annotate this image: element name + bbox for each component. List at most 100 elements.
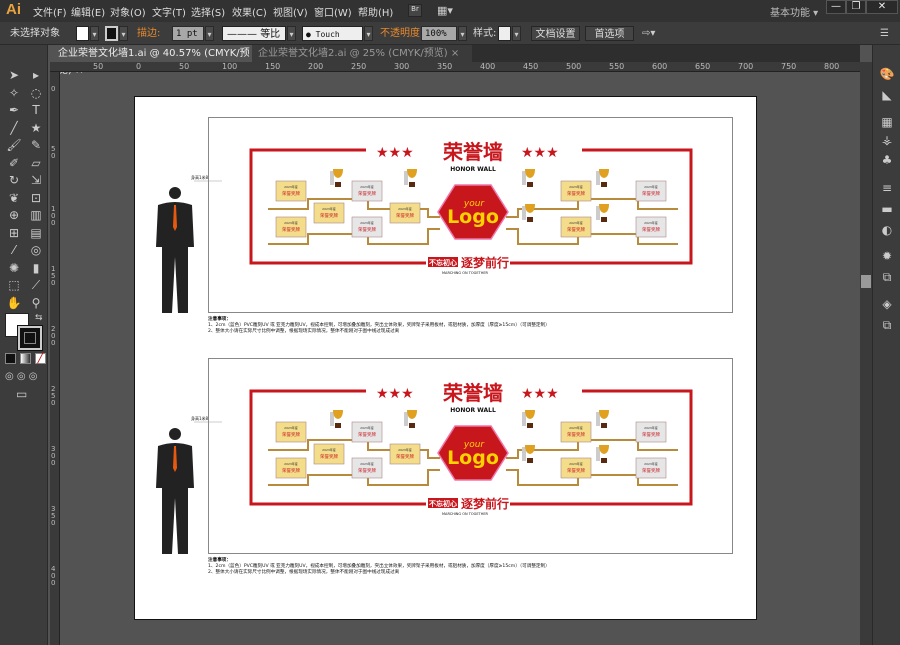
warp-tool-icon[interactable]: ❦: [5, 190, 23, 206]
bridge-button[interactable]: Br: [408, 4, 422, 17]
gradient-mode-icon[interactable]: [20, 353, 31, 364]
type-tool-icon[interactable]: T: [27, 102, 45, 118]
color-panel-icon[interactable]: 🎨: [878, 67, 896, 83]
menu-item[interactable]: 窗口(W): [314, 4, 352, 19]
direct-selection-tool-icon[interactable]: ▸: [27, 67, 45, 83]
award-plaque: 2023年度荣誉奖牌: [635, 216, 667, 238]
restore-button[interactable]: ❐: [846, 0, 866, 14]
opacity-field[interactable]: 100%: [421, 26, 457, 41]
drawing-mode-icons[interactable]: ◎ ◎ ◎: [5, 371, 38, 382]
gradient-tool-icon[interactable]: ▤: [27, 225, 45, 241]
menu-item[interactable]: 文字(T): [152, 4, 186, 19]
menu-item[interactable]: 编辑(E): [71, 4, 105, 19]
appearance-panel-icon[interactable]: ✹: [878, 249, 896, 265]
layers-panel-icon[interactable]: ◈: [878, 297, 896, 313]
stroke-dropdown[interactable]: ▾: [119, 26, 128, 41]
menu-item[interactable]: 选择(S): [191, 4, 225, 19]
blend-tool-icon[interactable]: ◎: [27, 242, 45, 258]
collapsed-panels-dock: 🎨 ◣ ▦ ⚶ ♣ ≡ ▬ ◐ ✹ ⧉ ◈ ⧉: [872, 45, 900, 645]
tab-document-2[interactable]: 企业荣誉文化墙2.ai @ 25% (CMYK/预览) ×: [252, 45, 472, 62]
workspace-switcher[interactable]: 基本功能 ▾: [770, 4, 818, 19]
stroke-weight-field[interactable]: 1 pt: [172, 26, 204, 41]
style-swatch[interactable]: [498, 26, 511, 41]
selection-tool-icon[interactable]: ➤: [5, 67, 23, 83]
line-tool-icon[interactable]: ╱: [5, 120, 23, 136]
plaque-title: 荣誉奖牌: [567, 467, 585, 474]
vertical-ruler[interactable]: 0 50 100 150 200 250 300 350 400: [50, 72, 60, 645]
award-plaque: 2023年度荣誉奖牌: [275, 180, 307, 202]
magic-wand-tool-icon[interactable]: ✧: [5, 85, 23, 101]
document-setup-button[interactable]: 文档设置: [531, 26, 580, 41]
symbol-sprayer-tool-icon[interactable]: ✺: [5, 260, 23, 276]
swap-colors-icon[interactable]: ⇆: [35, 313, 43, 323]
arrange-documents-icon[interactable]: ▦▾: [437, 4, 457, 17]
artboard-canvas[interactable]: ★★★ ★★★ 荣誉墙 HONOR WALL 2023年度 荣誉奖牌 2023年度荣…: [134, 96, 757, 620]
preferences-button[interactable]: 首选项: [585, 26, 634, 41]
menu-item[interactable]: 文件(F): [33, 4, 67, 19]
shape-builder-tool-icon[interactable]: ⊕: [5, 207, 23, 223]
transparency-panel-icon[interactable]: ◐: [878, 223, 896, 239]
style-dropdown[interactable]: ▾: [512, 26, 521, 41]
zoom-tool-icon[interactable]: ⚲: [27, 295, 45, 311]
horizontal-ruler[interactable]: 50 0 50 100 150 200 250 300 350 400 450 500 550 600 65…: [50, 62, 860, 72]
hand-tool-icon[interactable]: ✋: [5, 295, 23, 311]
slogan-text: 逐梦前行: [461, 496, 509, 511]
panel-menu-icon[interactable]: ☰: [880, 26, 889, 41]
menu-item[interactable]: 对象(O): [110, 4, 146, 19]
menu-item[interactable]: 视图(V): [273, 4, 308, 19]
artboard-tool-icon[interactable]: ⬚: [5, 277, 23, 293]
rotate-tool-icon[interactable]: ↻: [5, 172, 23, 188]
star-tool-icon[interactable]: ★: [27, 120, 45, 136]
brushes-panel-icon[interactable]: ⚶: [878, 133, 896, 149]
brush-dropdown[interactable]: ▾: [364, 26, 373, 41]
gradient-panel-icon[interactable]: ▬: [878, 202, 896, 218]
lasso-tool-icon[interactable]: ◌: [27, 85, 45, 101]
align-icon[interactable]: ⇨▾: [642, 26, 655, 41]
none-mode-icon[interactable]: ╱: [35, 353, 46, 364]
profile-dropdown[interactable]: ▾: [287, 26, 296, 41]
graphic-styles-panel-icon[interactable]: ⧉: [878, 270, 896, 286]
plaque-year: 2023年度: [284, 184, 298, 189]
scale-tool-icon[interactable]: ⇲: [27, 172, 45, 188]
menu-item[interactable]: 效果(C): [232, 4, 267, 19]
stroke-panel-icon[interactable]: ≡: [878, 181, 896, 197]
tab-close-icon[interactable]: ×: [451, 48, 459, 59]
symbols-panel-icon[interactable]: ♣: [878, 153, 896, 169]
eraser-tool-icon[interactable]: ▱: [27, 155, 45, 171]
minimize-button[interactable]: —: [826, 0, 846, 14]
variable-width-profile[interactable]: ——— 等比: [222, 26, 286, 41]
artboards-panel-icon[interactable]: ⧉: [878, 318, 896, 334]
eyedropper-tool-icon[interactable]: ⁄: [5, 242, 23, 258]
column-graph-tool-icon[interactable]: ▮: [27, 260, 45, 276]
color-mode-icon[interactable]: [5, 353, 16, 364]
stroke-label[interactable]: 描边:: [137, 26, 160, 41]
opacity-dropdown[interactable]: ▾: [458, 26, 467, 41]
close-button[interactable]: ✕: [866, 0, 898, 14]
opacity-label[interactable]: 不透明度: [380, 26, 420, 41]
scrollbar-thumb[interactable]: [861, 275, 871, 288]
pen-tool-icon[interactable]: ✒: [5, 102, 23, 118]
perspective-grid-tool-icon[interactable]: ▥: [27, 207, 45, 223]
mesh-tool-icon[interactable]: ⊞: [5, 225, 23, 241]
brush-definition[interactable]: ● Touch Cal..: [302, 26, 363, 54]
fill-dropdown[interactable]: ▾: [90, 26, 99, 41]
paintbrush-tool-icon[interactable]: 🖌: [5, 137, 23, 153]
blob-brush-tool-icon[interactable]: ✐: [5, 155, 23, 171]
stars-left: ★★★: [376, 386, 414, 402]
stroke-weight-dropdown[interactable]: ▾: [205, 26, 214, 41]
tab-document-1[interactable]: 企业荣誉文化墙1.ai @ 40.57% (CMYK/预览) ×: [52, 45, 252, 76]
fill-swatch[interactable]: [76, 26, 89, 41]
vertical-scrollbar[interactable]: [860, 62, 872, 645]
plaque-board: [635, 216, 667, 238]
swatches-panel-icon[interactable]: ▦: [878, 115, 896, 131]
stroke-color[interactable]: [17, 325, 43, 351]
plaque-board: [635, 421, 667, 443]
style-label: 样式:: [473, 28, 497, 39]
pencil-tool-icon[interactable]: ✎: [27, 137, 45, 153]
menu-item[interactable]: 帮助(H): [358, 4, 393, 19]
screen-mode-icon[interactable]: ▭: [16, 387, 27, 401]
slice-tool-icon[interactable]: ⟋: [27, 277, 45, 293]
stroke-swatch[interactable]: [105, 26, 118, 41]
color-guide-panel-icon[interactable]: ◣: [878, 88, 896, 104]
free-transform-tool-icon[interactable]: ⊡: [27, 190, 45, 206]
